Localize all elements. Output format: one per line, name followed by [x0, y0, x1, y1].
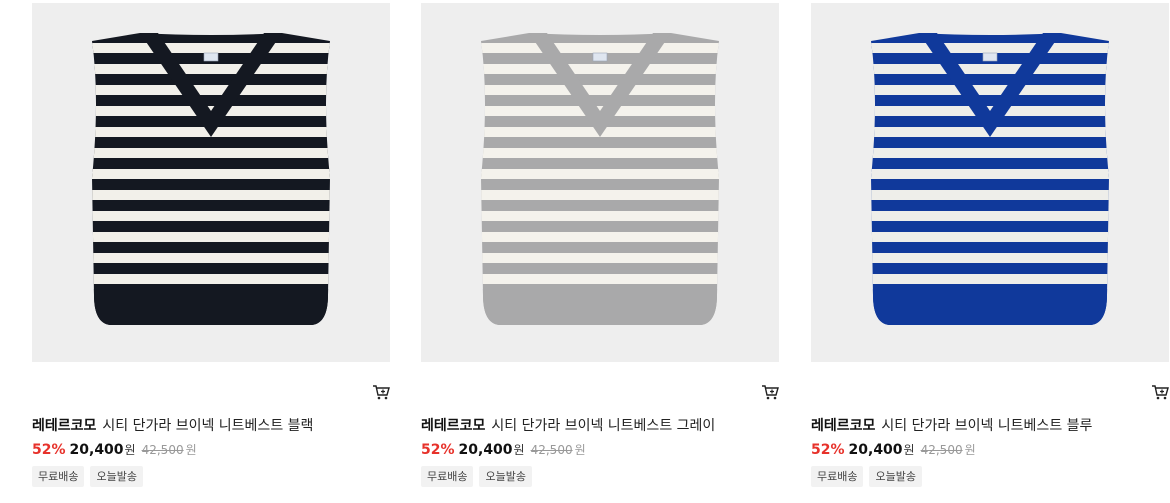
cart-icon[interactable]	[761, 383, 779, 401]
vest-stripe	[871, 43, 1109, 53]
product-name[interactable]: 시티 단가라 브이넥 니트베스트 블루	[881, 418, 1092, 434]
vest-stripe	[92, 232, 330, 242]
badge-list: 무료배송 오늘발송	[32, 466, 143, 487]
original-price: 42,500	[920, 443, 963, 457]
vest-stripe	[92, 190, 330, 200]
vest-stripe	[871, 148, 1109, 158]
badge-list: 무료배송 오늘발송	[421, 466, 532, 487]
currency-unit: 원	[574, 443, 586, 457]
currency-unit: 원	[124, 443, 136, 457]
product-title[interactable]: 레테르코모 시티 단가라 브이넥 니트베스트 그레이	[421, 415, 783, 435]
badge-list: 무료배송 오늘발송	[811, 466, 922, 487]
vest-stripe	[871, 232, 1109, 242]
vest-stripe	[481, 85, 719, 95]
brand-name[interactable]: 레테르코모	[32, 418, 96, 434]
vest-stripe	[481, 253, 719, 263]
product-image[interactable]	[811, 3, 1169, 362]
product-title[interactable]: 레테르코모 시티 단가라 브이넥 니트베스트 블루	[811, 415, 1170, 435]
vest-stripe	[481, 274, 719, 284]
product-card[interactable]: 레테르코모 시티 단가라 브이넥 니트베스트 그레이 52% 20,400원 42,5…	[421, 0, 779, 503]
sale-price: 20,400	[848, 442, 903, 458]
discount-rate: 52%	[421, 442, 455, 458]
vest-stripe	[871, 253, 1109, 263]
sale-price: 20,400	[69, 442, 124, 458]
same-day-shipping-badge: 오늘발송	[869, 466, 922, 487]
vest-stripe	[92, 148, 330, 158]
cart-icon[interactable]	[372, 383, 390, 401]
cart-icon[interactable]	[1151, 383, 1169, 401]
vest-stripe	[92, 274, 330, 284]
price-row: 52% 20,400원 42,500 원	[32, 441, 197, 458]
knit-vest-image	[92, 33, 330, 325]
price-row: 52% 20,400원 42,500 원	[811, 441, 976, 458]
free-shipping-badge: 무료배송	[421, 466, 474, 487]
vest-stripe	[481, 190, 719, 200]
vest-stripe	[92, 253, 330, 263]
product-card[interactable]: 레테르코모 시티 단가라 브이넥 니트베스트 블루 52% 20,400원 42,50…	[811, 0, 1169, 503]
product-card[interactable]: 레테르코모 시티 단가라 브이넥 니트베스트 블랙 52% 20,400원 42,50…	[32, 0, 390, 503]
vest-stripe	[871, 169, 1109, 179]
brand-name[interactable]: 레테르코모	[421, 418, 485, 434]
same-day-shipping-badge: 오늘발송	[90, 466, 143, 487]
vest-stripe	[871, 64, 1109, 74]
vest-stripe	[92, 85, 330, 95]
vest-stripe	[871, 85, 1109, 95]
product-image[interactable]	[32, 3, 390, 362]
brand-name[interactable]: 레테르코모	[811, 418, 875, 434]
original-price: 42,500	[530, 443, 573, 457]
vest-stripe	[481, 64, 719, 74]
free-shipping-badge: 무료배송	[811, 466, 864, 487]
vest-stripe	[92, 64, 330, 74]
vest-stripe	[481, 148, 719, 158]
product-image[interactable]	[421, 3, 779, 362]
free-shipping-badge: 무료배송	[32, 466, 85, 487]
vest-stripe	[92, 169, 330, 179]
currency-unit: 원	[185, 443, 197, 457]
vest-stripe	[481, 169, 719, 179]
currency-unit: 원	[903, 443, 915, 457]
vest-stripe	[871, 211, 1109, 221]
vest-stripe	[871, 190, 1109, 200]
price-row: 52% 20,400원 42,500 원	[421, 441, 586, 458]
vest-stripe	[871, 274, 1109, 284]
original-price: 42,500	[141, 443, 184, 457]
product-title[interactable]: 레테르코모 시티 단가라 브이넥 니트베스트 블랙	[32, 415, 394, 435]
vest-stripe	[92, 43, 330, 53]
currency-unit: 원	[964, 443, 976, 457]
vest-stripe	[481, 232, 719, 242]
discount-rate: 52%	[811, 442, 845, 458]
vest-stripe	[481, 211, 719, 221]
knit-vest-image	[871, 33, 1109, 325]
vest-stripe	[481, 43, 719, 53]
sale-price: 20,400	[458, 442, 513, 458]
vest-stripe	[92, 211, 330, 221]
same-day-shipping-badge: 오늘발송	[479, 466, 532, 487]
product-name[interactable]: 시티 단가라 브이넥 니트베스트 그레이	[491, 418, 715, 434]
currency-unit: 원	[513, 443, 525, 457]
product-name[interactable]: 시티 단가라 브이넥 니트베스트 블랙	[102, 418, 313, 434]
knit-vest-image	[481, 33, 719, 325]
discount-rate: 52%	[32, 442, 66, 458]
